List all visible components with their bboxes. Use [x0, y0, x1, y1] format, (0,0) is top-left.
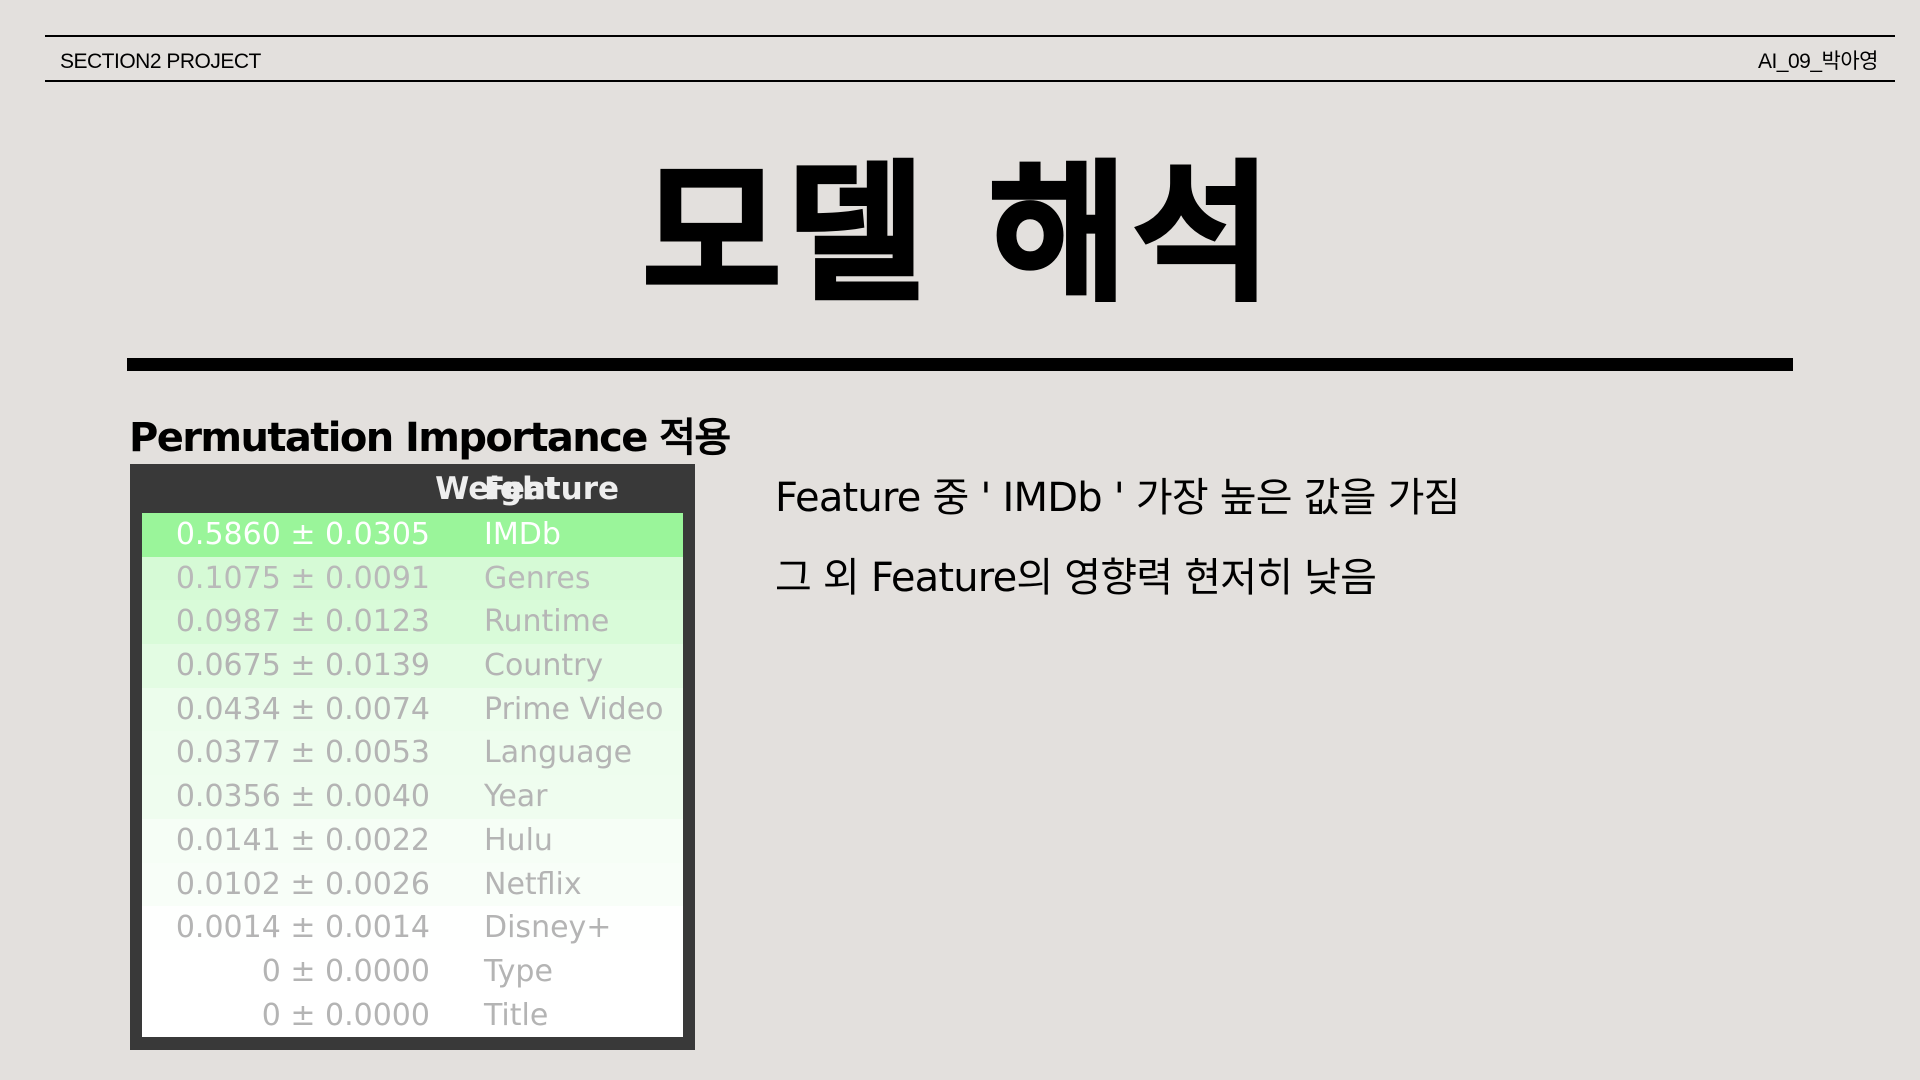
row-weight: 0.0356 ± 0.0040 [175, 779, 430, 815]
description-line-1: Feature 중 ' IMDb ' 가장 높은 값을 가짐 [775, 475, 1460, 521]
table-row: 0.0987 ± 0.0123 Runtime [142, 600, 683, 645]
row-feature: Language [484, 735, 633, 771]
header-bottom-rule [45, 80, 1895, 82]
header-project-label: SECTION2 PROJECT [60, 50, 261, 73]
row-weight: 0.0434 ± 0.0074 [175, 691, 430, 727]
row-feature: Country [484, 648, 604, 684]
title-divider [127, 358, 1793, 371]
table-body: 0.5860 ± 0.0305 IMDb 0.1075 ± 0.0091 Genres… [142, 513, 683, 1038]
row-feature: Genres [484, 560, 591, 596]
row-feature: Runtime [484, 604, 610, 640]
table-row: 0.0377 ± 0.0053 Language [142, 731, 683, 776]
table-header: Weight Feature [130, 464, 695, 514]
section-heading: Permutation Importance 적용 [129, 415, 731, 461]
row-weight: 0.0377 ± 0.0053 [175, 735, 430, 771]
row-weight: 0.0675 ± 0.0139 [175, 648, 430, 684]
row-weight: 0.0014 ± 0.0014 [175, 910, 430, 946]
table-row: 0.0014 ± 0.0014 Disney+ [142, 906, 683, 950]
row-feature: Netflix [484, 866, 582, 902]
row-feature: Prime Video [484, 691, 664, 727]
permutation-importance-table: Weight Feature 0.5860 ± 0.0305 IMDb 0.1075… [130, 464, 695, 1050]
row-feature: IMDb [484, 517, 561, 552]
row-feature: Disney+ [484, 910, 612, 946]
table-row: 0 ± 0.0000 Title [142, 993, 683, 1038]
description-line-2: 그 외 Feature의 영향력 현저히 낮음 [775, 555, 1377, 601]
table-row: 0 ± 0.0000 Type [142, 949, 683, 994]
row-weight: 0.0141 ± 0.0022 [175, 822, 430, 858]
row-weight: 0.0102 ± 0.0026 [175, 866, 430, 902]
table-row: 0.0675 ± 0.0139 Country [142, 644, 683, 688]
table-row: 0.0102 ± 0.0026 Netflix [142, 862, 683, 907]
row-feature: Hulu [484, 822, 553, 858]
row-weight: 0 ± 0.0000 [261, 953, 430, 989]
row-weight: 0 ± 0.0000 [261, 997, 430, 1033]
table-row: 0.1075 ± 0.0091 Genres [142, 556, 683, 601]
table-row: 0.0434 ± 0.0074 Prime Video [142, 687, 683, 732]
table-row: 0.0356 ± 0.0040 Year [142, 775, 683, 819]
feature-column-header: Feature [484, 471, 620, 507]
slide-title: 모델 해석 [641, 148, 1278, 322]
header-author-label: AI_09_박아영 [1757, 50, 1879, 73]
table-row: 0.5860 ± 0.0305 IMDb [142, 513, 683, 557]
row-weight: 0.0987 ± 0.0123 [175, 604, 430, 640]
row-weight: 0.1075 ± 0.0091 [175, 560, 430, 596]
row-feature: Type [484, 953, 553, 989]
row-weight: 0.5860 ± 0.0305 [175, 517, 430, 552]
row-feature: Year [484, 779, 548, 815]
row-feature: Title [484, 997, 549, 1033]
table-row: 0.0141 ± 0.0022 Hulu [142, 818, 683, 863]
header-top-rule [45, 35, 1895, 37]
